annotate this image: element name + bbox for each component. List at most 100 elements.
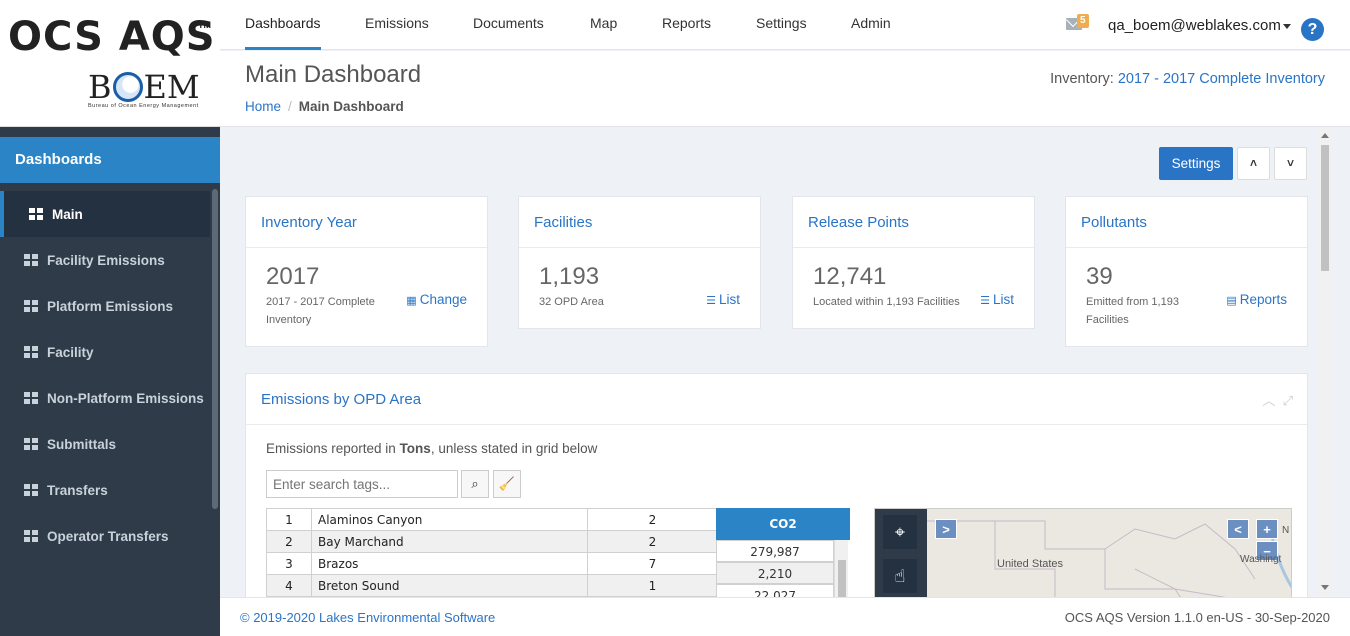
main-scrollbar[interactable] [1318,127,1332,597]
chevron-down-icon[interactable] [1283,24,1291,29]
inventory-link[interactable]: 2017 - 2017 Complete Inventory [1118,71,1325,87]
tab-documents[interactable]: Documents [473,0,544,50]
sidebar-item-facility[interactable]: Facility [0,329,210,375]
mail-count-badge: 5 [1077,14,1089,28]
clear-icon[interactable]: 🧹 [493,470,521,498]
table-row[interactable]: 1 Alaminos Canyon 2 [266,508,718,531]
help-icon[interactable]: ? [1301,18,1324,41]
copyright-link[interactable]: © 2019-2020 Lakes Environmental Software [240,598,495,636]
page-header: Main Dashboard Home / Main Dashboard Inven… [220,51,1350,127]
map-label-washington: Washingt [1240,554,1282,565]
user-menu[interactable]: qa_boem@weblakes.com [1108,17,1281,34]
grid-icon [24,438,38,450]
change-link[interactable]: ▦ Change [406,292,467,307]
card-title: Facilities [519,197,760,248]
boem-subtitle: Bureau of Ocean Energy Management [88,103,199,109]
row-area: Brazos [311,552,588,575]
grid-icon [24,530,38,542]
scroll-thumb[interactable] [1321,145,1329,271]
co2-header[interactable]: CO2 [716,508,850,540]
units-note-prefix: Emissions reported in [266,441,400,456]
sidebar-item-label: Submittals [47,436,117,452]
collapse-panel-icon[interactable]: < [1227,519,1249,539]
card-inventory-year: Inventory Year 2017 2017 - 2017 Complete… [245,196,488,347]
table-row[interactable]: 4 Breton Sound 1 [266,574,718,597]
sidebar-item-main[interactable]: Main [0,191,210,237]
collapse-all-button[interactable]: ˄ [1237,147,1270,180]
list-icon: ☰ [706,295,716,307]
grid-icon [24,300,38,312]
sidebar-item-operator-transfers[interactable]: Operator Transfers [0,513,210,559]
sidebar-item-label: Facility Emissions [47,252,165,268]
grid-icon [24,484,38,496]
grid-icon [24,392,38,404]
list-link[interactable]: ☰ List [980,292,1014,307]
sidebar-item-label: Non-Platform Emissions [47,390,204,406]
row-count: 7 [587,552,718,575]
sidebar-item-non-platform-emissions[interactable]: Non-Platform Emissions [0,375,210,421]
tab-emissions[interactable]: Emissions [365,0,429,50]
sidebar-item-facility-emissions[interactable]: Facility Emissions [0,237,210,283]
row-area: Bay Marchand [311,530,588,553]
co2-cell: 279,987 [716,540,834,562]
map-view[interactable]: ⌖ ☝ > < + − United States Washingt N [874,508,1292,597]
row-count: 2 [587,530,718,553]
card-value: 39 [1086,263,1113,290]
sidebar-item-platform-emissions[interactable]: Platform Emissions [0,283,210,329]
sidebar-header[interactable]: Dashboards [0,137,220,183]
card-subtitle: Emitted from 1,193 Facilities [1086,296,1179,326]
row-number: 2 [266,530,312,553]
sidebar-item-transfers[interactable]: Transfers [0,467,210,513]
sidebar-scrollbar[interactable] [212,189,218,509]
card-title: Inventory Year [246,197,487,248]
expand-all-button[interactable]: ˅ [1274,147,1307,180]
breadcrumb: Home / Main Dashboard [245,99,404,114]
tab-reports[interactable]: Reports [662,0,711,50]
breadcrumb-home[interactable]: Home [245,99,281,114]
row-count: 2 [587,508,718,531]
table-row[interactable]: 3 Brazos 7 [266,552,718,575]
logo[interactable]: OCS AQS TM B EM Bureau of Ocean Energy Ma… [0,0,220,127]
row-number: 3 [266,552,312,575]
collapse-icon[interactable]: ︿ [1262,393,1275,408]
page-title: Main Dashboard [245,61,422,88]
cursor-select-icon[interactable]: ☝ [883,559,917,593]
grid-icon [24,346,38,358]
tab-settings[interactable]: Settings [756,0,807,50]
sidebar-item-label: Operator Transfers [47,528,169,544]
settings-button[interactable]: Settings [1159,147,1233,180]
fullscreen-icon[interactable]: ⤢ [1283,393,1293,408]
units-note-suffix: , unless stated in grid below [430,441,598,456]
search-icon[interactable]: ⌕ [461,470,489,498]
units-note: Emissions reported in Tons, unless state… [266,441,597,456]
co2-column: CO2 279,987 2,210 22,027 [716,508,850,597]
tab-map[interactable]: Map [590,0,617,50]
expand-panel-icon[interactable]: > [935,519,957,539]
search-tags-input[interactable] [266,470,458,498]
document-icon: ▤ [1226,295,1237,307]
map-label-us: United States [997,558,1064,570]
emissions-grid: 1 Alaminos Canyon 2 2 Bay Marchand 2 3 B… [266,508,718,597]
sidebar-item-submittals[interactable]: Submittals [0,421,210,467]
row-count: 1 [587,574,718,597]
scroll-down-icon[interactable] [1321,585,1329,590]
list-link[interactable]: ☰ List [706,292,740,307]
table-row[interactable]: 2 Bay Marchand 2 [266,530,718,553]
units-note-unit: Tons [399,441,431,456]
tab-dashboards[interactable]: Dashboards [245,0,321,50]
change-link-label: Change [419,292,467,307]
card-title: Release Points [793,197,1034,248]
list-link-label: List [992,292,1014,307]
sidebar-item-label: Platform Emissions [47,298,174,314]
list-link-label: List [718,292,740,307]
tab-admin[interactable]: Admin [851,0,891,50]
co2-scrollbar[interactable] [834,540,848,597]
zoom-in-icon[interactable]: + [1256,519,1278,539]
scroll-up-icon[interactable] [1321,133,1329,138]
card-release-points: Release Points 12,741 Located within 1,1… [792,196,1035,329]
map-toolbar: ⌖ ☝ [875,509,927,597]
map-pin-icon[interactable]: ⌖ [883,515,917,549]
version-text: OCS AQS Version 1.1.0 en-US - 30-Sep-202… [1064,610,1330,625]
footer: © 2019-2020 Lakes Environmental Software… [220,597,1350,636]
reports-link[interactable]: ▤ Reports [1226,292,1287,307]
